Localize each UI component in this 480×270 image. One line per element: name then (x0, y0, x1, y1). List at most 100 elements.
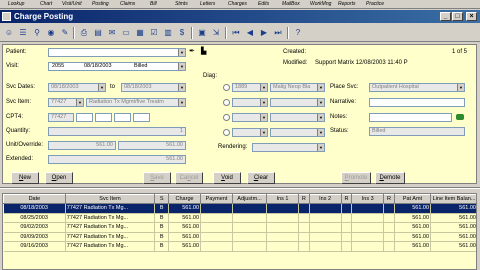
close-button[interactable]: × (466, 12, 477, 21)
menu-chart[interactable]: Chart (40, 1, 52, 7)
chevron-down-icon[interactable]: ▼ (317, 99, 324, 106)
search-icon[interactable]: ⚲ (31, 27, 43, 39)
col-header-pat-amt[interactable]: Pat Amt (393, 194, 432, 204)
new-button[interactable]: New (11, 172, 39, 184)
table-row[interactable]: 09/09/2003 77427 Radiation Tx Mg... B 56… (3, 232, 476, 242)
extended-field[interactable]: 561.00 (48, 155, 186, 164)
svc-date-from-field[interactable]: 08/18/2003 ▼ (48, 83, 106, 92)
modifier-1-field[interactable] (76, 113, 93, 122)
patient-field[interactable]: ▼ (48, 48, 186, 57)
chevron-down-icon[interactable]: ▼ (260, 129, 267, 136)
menu-claims[interactable]: Claims (120, 1, 135, 7)
notes-icon[interactable] (456, 114, 464, 120)
table-row[interactable]: 08/25/2003 77427 Radiation Tx Mg... B 56… (3, 213, 476, 223)
modifier-2-field[interactable] (95, 113, 112, 122)
pen-icon[interactable]: ✒ (189, 48, 195, 55)
chevron-down-icon[interactable]: ▼ (317, 144, 324, 151)
menu-lookup[interactable]: Lookup (8, 1, 24, 7)
edit-icon[interactable]: ✎ (59, 27, 71, 39)
diag-3-radio[interactable] (223, 114, 230, 121)
chevron-down-icon[interactable]: ▼ (76, 99, 83, 106)
diag-4-radio[interactable] (223, 129, 230, 136)
visit-icon[interactable]: ☰ (17, 27, 29, 39)
document-icon[interactable]: ▤ (92, 27, 104, 39)
next-record-icon[interactable]: ▶ (258, 27, 270, 39)
svc-item-desc-field[interactable]: Radiation Tx Mgmt/five Treatm ▼ (86, 98, 186, 107)
previous-record-icon[interactable]: ◀ (244, 27, 256, 39)
table-row[interactable]: 09/16/2003 77427 Radiation Tx Mg... B 56… (3, 241, 476, 252)
menu-practice[interactable]: Practice (366, 1, 384, 7)
chevron-down-icon[interactable]: ▼ (260, 99, 267, 106)
ledger-icon[interactable]: ▣ (196, 27, 208, 39)
chevron-down-icon[interactable]: ▼ (457, 84, 464, 91)
diag-3-desc-field[interactable]: ▼ (270, 113, 325, 122)
menu-visit-unit[interactable]: Visit/Unit (62, 1, 82, 7)
table-row[interactable]: 09/02/2003 77427 Radiation Tx Mg... B 56… (3, 222, 476, 233)
col-header-payment[interactable]: Payment (200, 194, 233, 204)
menu-workmng[interactable]: WorkMng (310, 1, 331, 7)
diag-4-desc-field[interactable]: ▼ (270, 128, 325, 137)
chevron-down-icon[interactable]: ▼ (260, 114, 267, 121)
modifier-4-field[interactable] (133, 113, 150, 122)
mail-icon[interactable]: ✉ (106, 27, 118, 39)
dollar-icon[interactable]: $ (176, 27, 188, 39)
splitter[interactable] (0, 187, 480, 189)
patient-icon[interactable]: ☺ (3, 27, 15, 39)
modifier-3-field[interactable] (114, 113, 131, 122)
menu-bill[interactable]: Bill (150, 1, 157, 7)
diag-4-code-field[interactable]: ▼ (232, 128, 268, 137)
notebook-icon[interactable]: ▙ (201, 48, 206, 55)
menu-reports[interactable]: Reports (338, 1, 356, 7)
quantity-field[interactable]: 1 (48, 127, 186, 136)
menu-posting[interactable]: Posting (92, 1, 109, 7)
chevron-down-icon[interactable]: ▼ (178, 99, 185, 106)
col-header-svc-item[interactable]: Svc Item (64, 194, 156, 204)
print-icon[interactable]: ⎙ (78, 27, 90, 39)
chevron-down-icon[interactable]: ▼ (260, 84, 267, 91)
col-header-adjustment[interactable]: Adjustm... (231, 194, 268, 204)
cpt4-field[interactable]: 77427 (48, 113, 74, 122)
grid-icon[interactable]: ▥ (162, 27, 174, 39)
diag-1-radio[interactable] (223, 84, 230, 91)
col-header-ins3[interactable]: Ins 3 (351, 194, 385, 204)
chart-icon[interactable]: ◉ (45, 27, 57, 39)
demote-button[interactable]: Demote (375, 172, 405, 184)
svc-item-code-field[interactable]: 77427 ▼ (48, 98, 84, 107)
col-header-ins2[interactable]: Ins 2 (308, 194, 342, 204)
notes-field[interactable] (369, 113, 452, 122)
col-header-line-balance[interactable]: Line Item Balan... (430, 194, 476, 204)
folder-icon[interactable]: ▭ (120, 27, 132, 39)
rendering-field[interactable]: ▼ (252, 143, 325, 152)
last-record-icon[interactable]: ⏭ (272, 27, 284, 39)
diag-1-desc-field[interactable]: Malig Neop Bla ▼ (270, 83, 325, 92)
col-header-date[interactable]: Date (3, 194, 66, 204)
svc-date-to-field[interactable]: 08/18/2003 ▼ (121, 83, 186, 92)
unit-price-field[interactable]: 561.00 (48, 141, 116, 150)
col-header-r2[interactable]: R (340, 194, 353, 204)
clear-button[interactable]: Clear (247, 172, 275, 184)
promote-button[interactable]: Promote (341, 172, 371, 184)
check-icon[interactable]: ☑ (148, 27, 160, 39)
menu-stmts[interactable]: Stmts (175, 1, 188, 7)
diag-1-code-field[interactable]: 1889 ▼ (232, 83, 268, 92)
menu-edits[interactable]: Edits (258, 1, 269, 7)
chevron-down-icon[interactable]: ▼ (317, 114, 324, 121)
void-button[interactable]: Void (213, 172, 241, 184)
col-header-ins1[interactable]: Ins 1 (266, 194, 300, 204)
place-svc-field[interactable]: Outpatient Hospital ▼ (369, 83, 465, 92)
export-icon[interactable]: ⇲ (210, 27, 222, 39)
col-header-charge[interactable]: Charge (168, 194, 202, 204)
chevron-down-icon[interactable]: ▼ (178, 84, 185, 91)
chevron-down-icon[interactable]: ▼ (317, 84, 324, 91)
minimize-button[interactable]: _ (440, 12, 451, 21)
table-row[interactable]: 08/18/2003 77427 Radiation Tx Mg... B 56… (3, 203, 476, 214)
cancel-button[interactable]: Cancel (175, 172, 203, 184)
menu-charges[interactable]: Charges (228, 1, 247, 7)
diag-2-desc-field[interactable]: ▼ (270, 98, 325, 107)
save-button[interactable]: Save (143, 172, 171, 184)
col-header-r1[interactable]: R (298, 194, 310, 204)
visit-field[interactable]: 2055 08/18/2003 Billed ▼ (48, 62, 186, 71)
chevron-down-icon[interactable]: ▼ (178, 49, 185, 56)
menu-letters[interactable]: Letters (200, 1, 215, 7)
narrative-field[interactable] (369, 98, 465, 107)
